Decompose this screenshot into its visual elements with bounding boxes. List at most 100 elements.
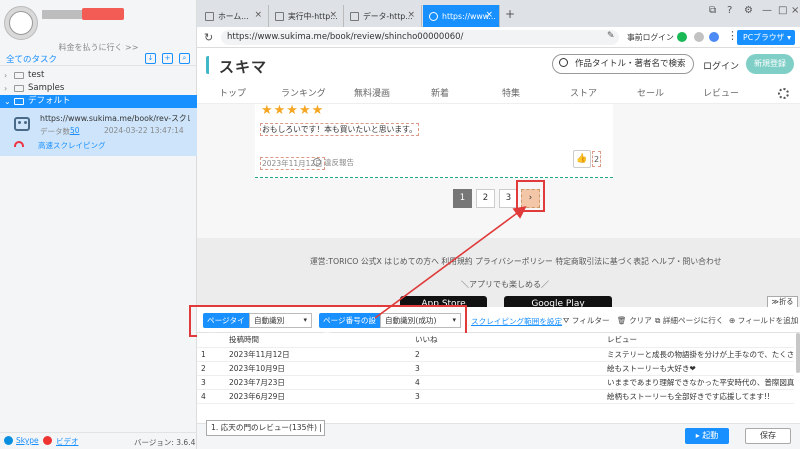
tree-item-default[interactable]: ⌄ デフォルト bbox=[0, 95, 197, 108]
nav-sale[interactable]: セール bbox=[637, 86, 664, 99]
maximize-icon[interactable]: □ bbox=[778, 5, 787, 16]
tree-item-test[interactable]: › test bbox=[0, 69, 197, 82]
cell-likes[interactable]: 2 bbox=[411, 347, 603, 362]
google-play-badge[interactable]: Google Play bbox=[504, 296, 612, 307]
close-icon[interactable]: × bbox=[485, 10, 493, 20]
detail-page-button[interactable]: ⧉ 詳細ページに行く bbox=[655, 315, 723, 326]
skype-link[interactable]: Skype bbox=[16, 436, 39, 445]
cell-review[interactable]: 絵もストーリーも大好き❤ bbox=[603, 361, 794, 376]
minimize-icon[interactable]: — bbox=[762, 5, 772, 16]
site-register-button[interactable]: 新規登録 bbox=[746, 54, 794, 74]
user-agent-icon[interactable] bbox=[709, 32, 719, 42]
cell-date[interactable]: 2023年6月29日 bbox=[225, 389, 411, 404]
new-tab-icon[interactable]: + bbox=[505, 7, 515, 21]
all-tasks-label[interactable]: 全てのタスク bbox=[6, 53, 57, 65]
column-header-likes[interactable]: いいね bbox=[411, 333, 603, 348]
window-icon[interactable]: ⧉ bbox=[709, 5, 716, 16]
browser-mode-select[interactable]: PCブラウザ ▾ bbox=[737, 30, 795, 45]
nav-free-manga[interactable]: 無料漫画 bbox=[354, 86, 390, 99]
ad-block-icon[interactable] bbox=[694, 32, 704, 42]
cell-likes[interactable]: 3 bbox=[411, 361, 603, 376]
page-button-1[interactable]: 1 bbox=[453, 189, 472, 208]
edit-url-icon[interactable]: ✎ bbox=[607, 31, 615, 41]
url-input[interactable]: https://www.sukima.me/book/review/shinch… bbox=[221, 30, 619, 45]
youtube-icon[interactable] bbox=[43, 436, 52, 445]
cell-review[interactable]: ミステリーと成長の物語掛を分けが上手なので、たくさんの... bbox=[603, 347, 794, 362]
import-task-icon[interactable]: ↓ bbox=[145, 53, 156, 64]
site-login-link[interactable]: ログイン bbox=[703, 59, 739, 72]
gear-icon[interactable] bbox=[778, 88, 789, 99]
add-field-button[interactable]: ⊕ フィールドを追加 bbox=[729, 315, 798, 326]
cell-likes[interactable]: 4 bbox=[411, 375, 603, 390]
tab-data[interactable]: データ-http... × bbox=[344, 5, 422, 27]
nav-new[interactable]: 新着 bbox=[431, 86, 449, 99]
help-icon[interactable]: ? bbox=[727, 5, 732, 16]
result-tab[interactable]: 1. 応天の門のレビュー(135件) | ス... bbox=[206, 420, 325, 436]
page-button-2[interactable]: 2 bbox=[476, 189, 495, 208]
settings-icon[interactable]: ⚙ bbox=[744, 5, 753, 16]
search-task-icon[interactable]: ⌕ bbox=[179, 53, 190, 64]
nav-ranking[interactable]: ランキング bbox=[281, 86, 326, 99]
table-header: 投稿時間 いいね レビュー bbox=[197, 333, 794, 348]
cell-date[interactable]: 2023年11月12日 bbox=[225, 347, 411, 362]
tab-active-page[interactable]: https://www... × bbox=[423, 5, 500, 27]
speed-mode-label: 高速スクレイピング bbox=[38, 141, 106, 150]
save-button[interactable]: 保存 bbox=[745, 428, 791, 444]
table-scrollbar[interactable] bbox=[796, 333, 800, 373]
close-icon[interactable]: × bbox=[407, 10, 415, 20]
close-icon[interactable]: × bbox=[329, 10, 337, 20]
cell-review[interactable]: 絵柄もストーリーも全部好きです応援してます!! bbox=[603, 389, 794, 404]
clear-label: クリア bbox=[629, 316, 652, 325]
report-link[interactable]: 違反報告 bbox=[324, 157, 354, 168]
column-header-review[interactable]: レビュー bbox=[603, 333, 794, 348]
thumbs-up-icon[interactable]: 👍 bbox=[573, 150, 591, 168]
status-icon[interactable] bbox=[677, 32, 687, 42]
table-row[interactable]: 4 2023年6月29日 3 絵柄もストーリーも全部好きです応援してます!! bbox=[197, 389, 794, 404]
start-button[interactable]: ▸ 起動 bbox=[685, 428, 729, 444]
filter-button[interactable]: ⛛ フィルター bbox=[563, 315, 610, 326]
nav-store[interactable]: ストア bbox=[570, 86, 597, 99]
cell-likes[interactable]: 3 bbox=[411, 389, 603, 404]
tab-home[interactable]: ホーム... × bbox=[199, 5, 269, 27]
pre-login-button[interactable]: 事前ログイン bbox=[627, 32, 674, 43]
task-item[interactable]: https://www.sukima.me/book/rev-スクレイピ... … bbox=[0, 108, 197, 156]
close-window-icon[interactable]: × bbox=[791, 5, 799, 16]
link-icon: ⧉ bbox=[655, 316, 663, 325]
nav-review[interactable]: レビュー bbox=[703, 86, 739, 99]
table-row[interactable]: 32023年7月23日4いままであまり理解できなかった平安時代の、普際図真と同.… bbox=[197, 375, 794, 390]
site-search-input[interactable]: 作品タイトル・著者名で検索 bbox=[552, 54, 694, 74]
clear-button[interactable]: 🗑 クリア bbox=[617, 315, 652, 326]
video-link[interactable]: ビデオ bbox=[56, 436, 79, 447]
site-header: スキマ 作品タイトル・著者名で検索 ログイン 新規登録 bbox=[197, 48, 800, 86]
reload-icon[interactable]: ↻ bbox=[204, 31, 213, 44]
folder-icon bbox=[14, 85, 24, 92]
nav-top[interactable]: トップ bbox=[219, 86, 246, 99]
footer-links[interactable]: 運営:TORICO 公式X はじめての方へ 利用規約 プライバシーポリシー 特定… bbox=[310, 256, 722, 267]
table-row[interactable]: 2 2023年10月9日 3 絵もストーリーも大好き❤ bbox=[197, 361, 794, 376]
skype-icon[interactable] bbox=[4, 436, 13, 445]
table-row[interactable]: 12023年11月12日2ミステリーと成長の物語掛を分けが上手なので、たくさんの… bbox=[197, 347, 794, 362]
avatar[interactable] bbox=[4, 6, 38, 40]
site-logo[interactable]: スキマ bbox=[219, 56, 267, 77]
nav-feature[interactable]: 特集 bbox=[502, 86, 520, 99]
close-icon[interactable]: × bbox=[254, 10, 262, 20]
site-footer bbox=[197, 238, 800, 307]
report-icon bbox=[313, 158, 321, 166]
globe-icon bbox=[429, 11, 438, 21]
tab-running[interactable]: 実行中-http... × bbox=[269, 5, 344, 27]
chevron-right-icon[interactable]: › bbox=[4, 69, 7, 82]
web-page: スキマ 作品タイトル・著者名で検索 ログイン 新規登録 トップ ランキング 無料… bbox=[197, 48, 800, 307]
new-task-icon[interactable]: + bbox=[162, 53, 173, 64]
chevron-right-icon[interactable]: › bbox=[4, 82, 7, 95]
column-header-date[interactable]: 投稿時間 bbox=[225, 333, 411, 348]
cell-date[interactable]: 2023年10月9日 bbox=[225, 361, 411, 376]
cell-date[interactable]: 2023年7月23日 bbox=[225, 375, 411, 390]
task-time: 2024-03-22 13:47:14 bbox=[104, 126, 184, 135]
sidebar: 料金を払うに行く >> 全てのタスク ↓ + ⌕ › test › Sample… bbox=[0, 0, 197, 449]
tree-item-samples[interactable]: › Samples bbox=[0, 82, 197, 95]
collapse-button[interactable]: ≫折る bbox=[767, 296, 798, 307]
chevron-down-icon[interactable]: ⌄ bbox=[4, 95, 11, 108]
scrape-range-link[interactable]: スクレイピング範囲を設定 bbox=[471, 316, 562, 327]
cell-review[interactable]: いままであまり理解できなかった平安時代の、普際図真と同... bbox=[603, 375, 794, 390]
task-count[interactable]: 50 bbox=[70, 126, 80, 135]
